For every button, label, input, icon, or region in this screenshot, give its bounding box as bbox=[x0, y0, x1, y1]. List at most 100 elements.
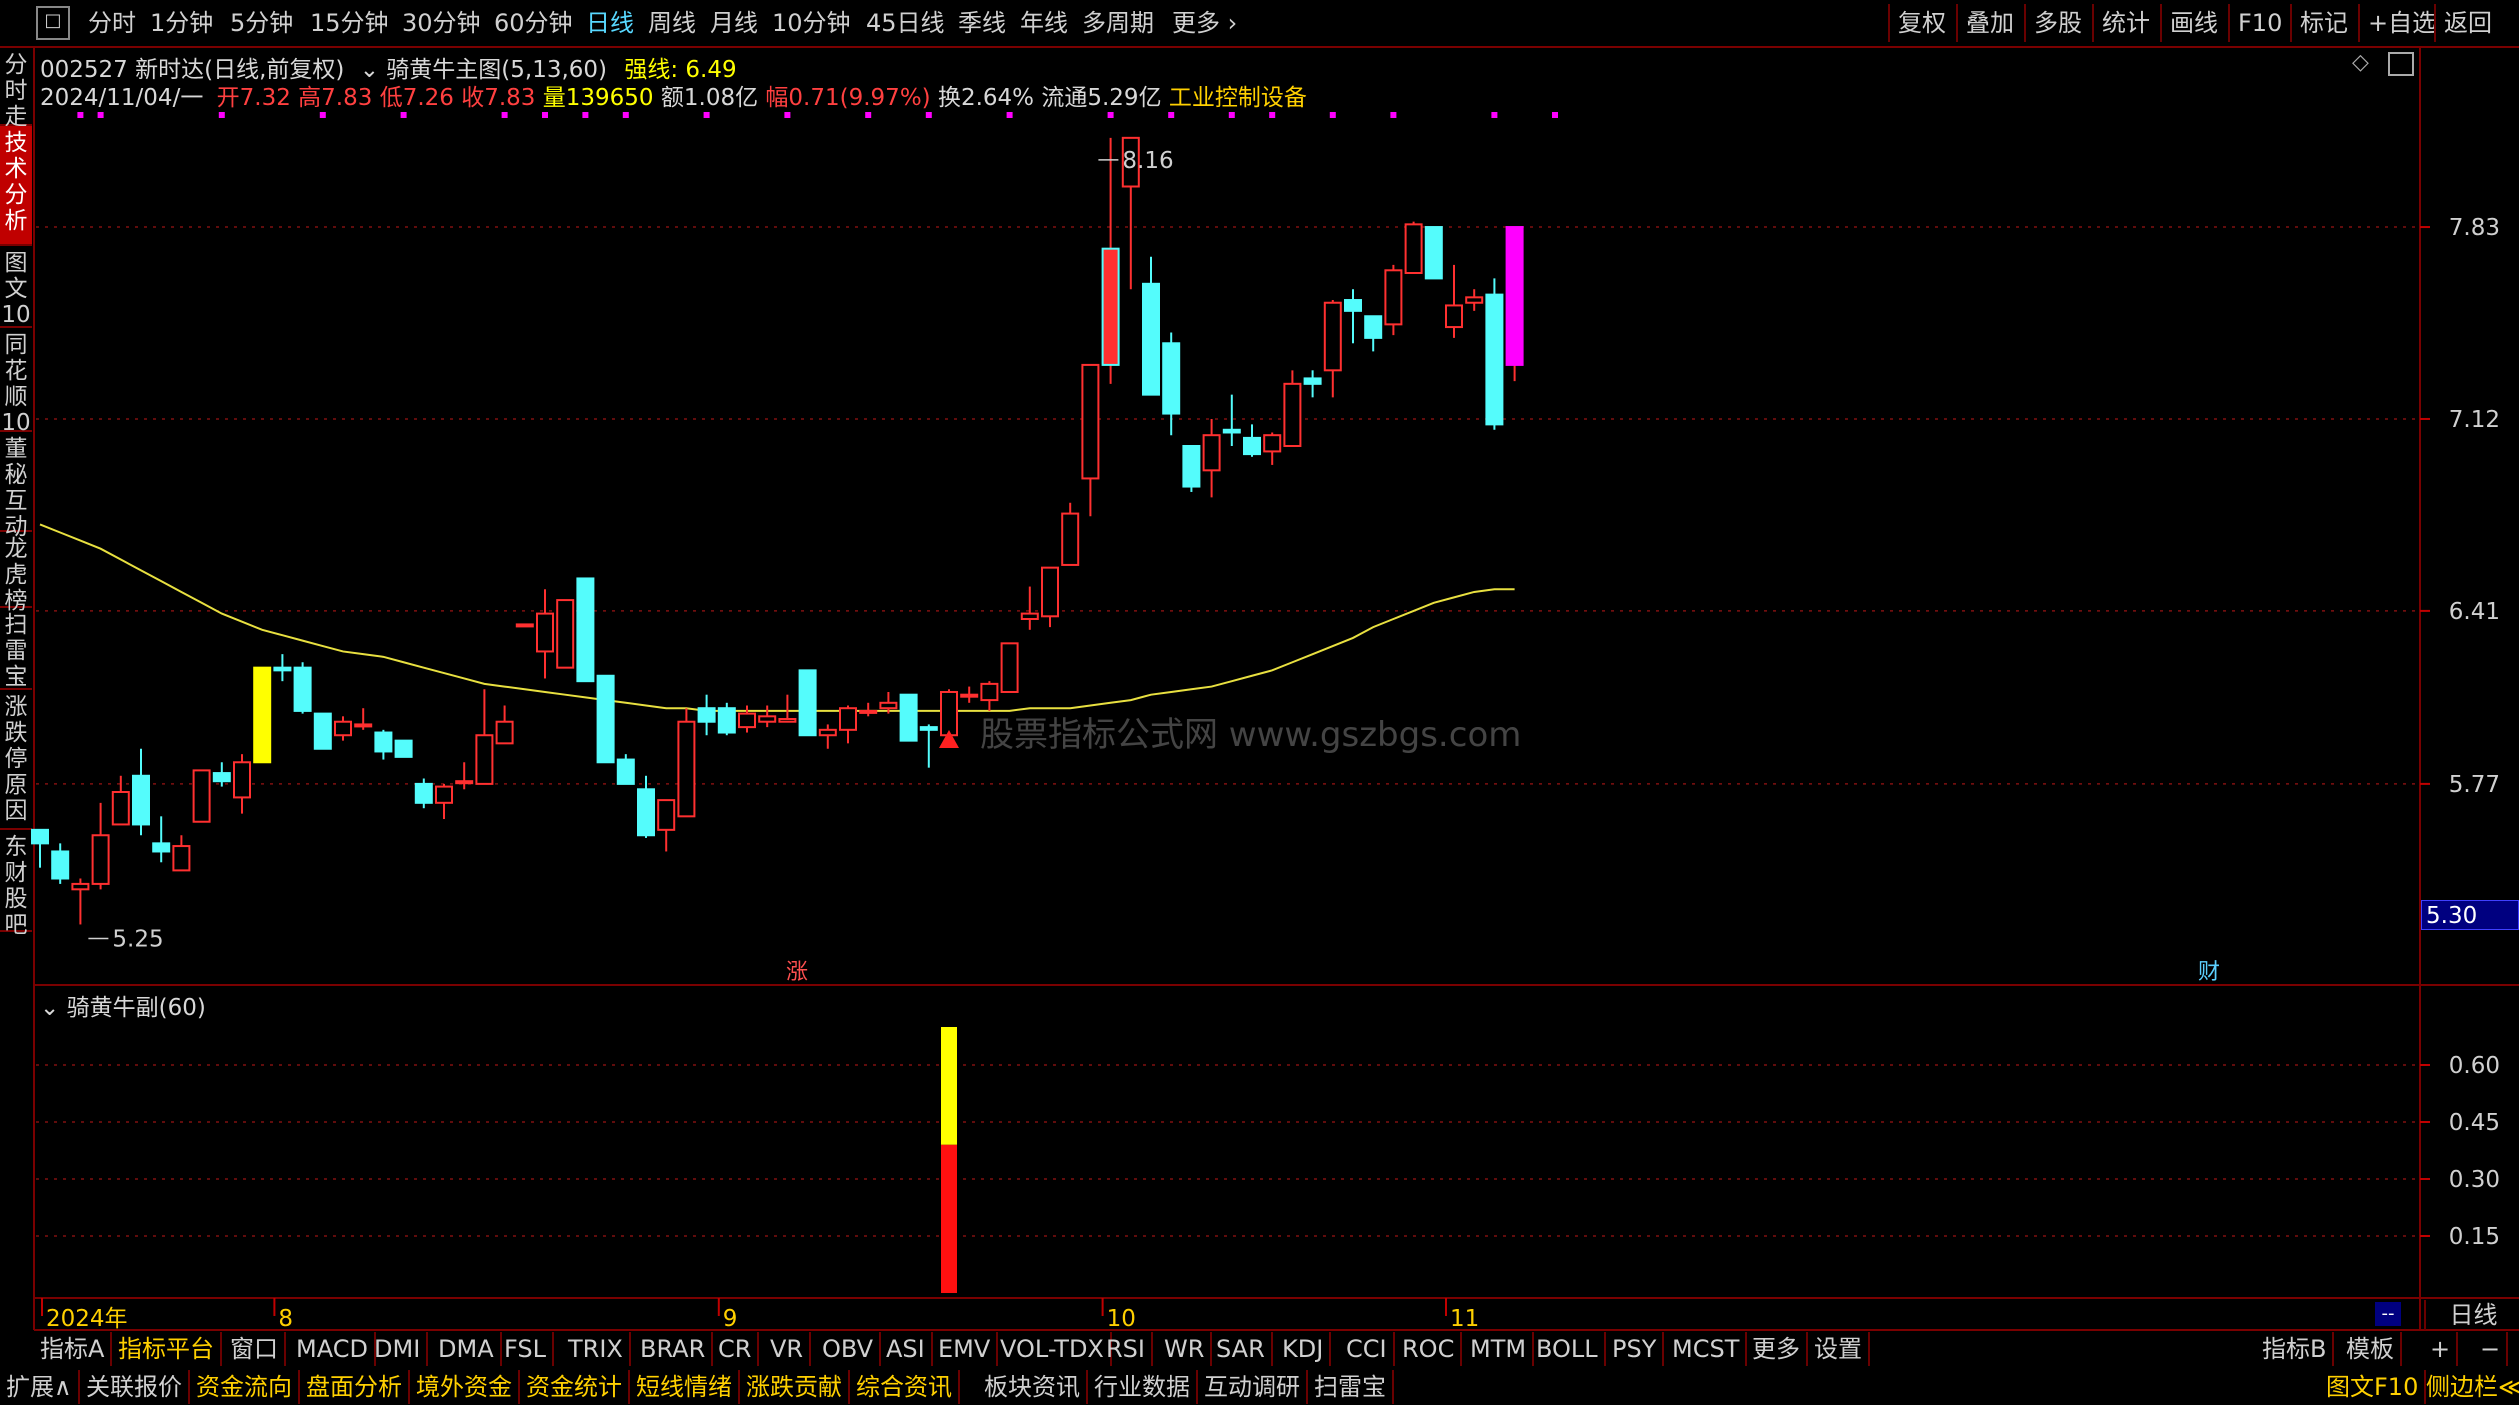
bottom-tab-7[interactable]: 涨跌贡献 bbox=[740, 1370, 850, 1404]
indicator-tab-9[interactable]: CR bbox=[712, 1332, 760, 1366]
indicator-tab-8[interactable]: BRAR bbox=[634, 1332, 714, 1366]
indicator-right-tab-2[interactable]: + bbox=[2424, 1332, 2459, 1366]
indicator-tab-6[interactable]: FSL bbox=[498, 1332, 554, 1366]
indicator-tab-18[interactable]: KDJ bbox=[1276, 1332, 1332, 1366]
bottom-tab-6[interactable]: 短线情绪 bbox=[630, 1370, 740, 1404]
indicator-tab-19[interactable]: CCI bbox=[1340, 1332, 1395, 1366]
sub-tick-label-0: 0.15 bbox=[2449, 1224, 2500, 1250]
signal-dot-20 bbox=[1491, 112, 1498, 118]
indicator-tab-17[interactable]: SAR bbox=[1210, 1332, 1273, 1366]
sub-indicator-header: ⌄ 骑黄牛副(60) bbox=[40, 988, 206, 1022]
candle-body-27 bbox=[576, 577, 595, 683]
indicator-tab-24[interactable]: MCST bbox=[1666, 1332, 1748, 1366]
indicator-tab-2[interactable]: 窗口 bbox=[224, 1332, 286, 1366]
indicator-tab-5[interactable]: DMA bbox=[432, 1332, 502, 1366]
indicator-tab-12[interactable]: ASI bbox=[880, 1332, 933, 1366]
candle-body-9 bbox=[212, 772, 231, 783]
candle-body-16 bbox=[354, 723, 373, 728]
indicator-right-tab-3[interactable]: − bbox=[2474, 1332, 2509, 1366]
candle-body-14 bbox=[313, 712, 332, 750]
indicator-tab-22[interactable]: BOLL bbox=[1530, 1332, 1606, 1366]
indicator-tab-26[interactable]: 设置 bbox=[1808, 1332, 1870, 1366]
signal-dot-5 bbox=[501, 112, 508, 118]
candle-body-31 bbox=[657, 799, 676, 831]
candle-body-13 bbox=[293, 666, 312, 712]
candle-body-42 bbox=[879, 701, 898, 710]
signal-dot-10 bbox=[784, 112, 791, 118]
signal-dot-9 bbox=[703, 112, 710, 118]
indicator-tab-15[interactable]: RSI bbox=[1100, 1332, 1153, 1366]
signal-dot-8 bbox=[622, 112, 629, 118]
kline-chart[interactable]: 5.77 6.41 7.12 7.83 0.15 0.30 0.45 0.60 2024年 8 9 1… bbox=[0, 0, 2519, 1405]
indicator-tab-21[interactable]: MTM bbox=[1464, 1332, 1535, 1366]
indicator-tab-11[interactable]: OBV bbox=[816, 1332, 882, 1366]
chevron-down-icon[interactable]: ⌄ bbox=[40, 995, 59, 1021]
bottom-tab-4[interactable]: 境外资金 bbox=[410, 1370, 520, 1404]
indicator-tab-16[interactable]: WR bbox=[1158, 1332, 1213, 1366]
indicator-tab-25[interactable]: 更多 bbox=[1746, 1332, 1808, 1366]
indicator-tab-4[interactable]: DMI bbox=[368, 1332, 429, 1366]
indicator-tab-23[interactable]: PSY bbox=[1606, 1332, 1665, 1366]
annotation-label-1: 5.25 bbox=[112, 926, 163, 952]
indicator-tab-0[interactable]: 指标A bbox=[34, 1332, 113, 1366]
sub-tick-label-2: 0.45 bbox=[2449, 1110, 2500, 1136]
signal-dot-13 bbox=[1006, 112, 1013, 118]
candle-body-19 bbox=[414, 782, 433, 804]
candle-body-73 bbox=[1505, 226, 1524, 366]
indicator-right-tab-1[interactable]: 模板 bbox=[2340, 1332, 2402, 1366]
sub-bar-red bbox=[941, 1144, 957, 1293]
signal-dot-6 bbox=[542, 112, 548, 118]
period-label[interactable]: 日线 bbox=[2424, 1300, 2519, 1330]
bottom-right-tab-1[interactable]: 侧边栏≪ bbox=[2420, 1370, 2519, 1404]
candle-body-59 bbox=[1222, 428, 1241, 434]
indicator-tab-1[interactable]: 指标平台 bbox=[112, 1332, 222, 1366]
candle-body-50 bbox=[1041, 566, 1059, 618]
signal-dot-14 bbox=[1107, 112, 1114, 118]
signal-dot-15 bbox=[1168, 112, 1175, 118]
signal-dot-17 bbox=[1269, 112, 1276, 118]
cai-marker[interactable]: 财 bbox=[2198, 954, 2220, 986]
indicator-tab-3[interactable]: MACD bbox=[290, 1332, 376, 1366]
candle-body-25 bbox=[536, 612, 554, 653]
indicator-tab-7[interactable]: TRIX bbox=[562, 1332, 631, 1366]
annotation-label-0: 8.16 bbox=[1122, 148, 1173, 174]
zhang-marker[interactable]: 涨 bbox=[786, 954, 808, 986]
x-label-0: 2024年 bbox=[46, 1306, 128, 1332]
bottom-tab-8[interactable]: 综合资讯 bbox=[850, 1370, 960, 1404]
indicator-right-tab-0[interactable]: 指标B bbox=[2256, 1332, 2335, 1366]
bottom-tab-2[interactable]: 资金流向 bbox=[190, 1370, 300, 1404]
indicator-tab-14[interactable]: VOL-TDX bbox=[994, 1332, 1112, 1366]
bottom-tab-11[interactable]: 互动调研 bbox=[1198, 1370, 1308, 1404]
signal-dot-19 bbox=[1390, 112, 1397, 118]
bottom-tab-9[interactable]: 板块资讯 bbox=[978, 1370, 1088, 1404]
candle-body-3 bbox=[91, 834, 110, 885]
candle-body-32 bbox=[677, 720, 696, 818]
scroll-indicator[interactable]: -- bbox=[2375, 1302, 2401, 1326]
candle-body-36 bbox=[758, 715, 777, 723]
candle-body-5 bbox=[132, 774, 150, 826]
bottom-right-tab-0[interactable]: 图文F10 bbox=[2320, 1370, 2427, 1404]
indicator-tab-20[interactable]: ROC bbox=[1396, 1332, 1463, 1366]
candle-body-12 bbox=[273, 666, 292, 672]
bottom-tab-5[interactable]: 资金统计 bbox=[520, 1370, 630, 1404]
candle-body-0 bbox=[31, 828, 49, 845]
bottom-tab-3[interactable]: 盘面分析 bbox=[300, 1370, 410, 1404]
indicator-tab-10[interactable]: VR bbox=[764, 1332, 812, 1366]
signal-dots bbox=[77, 112, 1558, 118]
indicator-tab-13[interactable]: EMV bbox=[932, 1332, 999, 1366]
bottom-tab-0[interactable]: 扩展∧ bbox=[0, 1370, 80, 1404]
candle-body-39 bbox=[818, 728, 837, 737]
bottom-tab-1[interactable]: 关联报价 bbox=[80, 1370, 190, 1404]
candle-body-61 bbox=[1263, 434, 1282, 453]
bottom-tab-10[interactable]: 行业数据 bbox=[1088, 1370, 1198, 1404]
candle-body-11 bbox=[253, 666, 272, 764]
candle-body-72 bbox=[1485, 293, 1504, 426]
x-label-1: 8 bbox=[278, 1306, 293, 1332]
sub-indicator-name[interactable]: 骑黄牛副(60) bbox=[67, 995, 206, 1021]
signal-dot-12 bbox=[925, 112, 932, 118]
candle-body-22 bbox=[475, 734, 494, 785]
candle-body-7 bbox=[172, 845, 191, 872]
x-label-4: 11 bbox=[1450, 1306, 1479, 1332]
candle-body-53 bbox=[1101, 247, 1120, 366]
bottom-tab-12[interactable]: 扫雷宝 bbox=[1308, 1370, 1394, 1404]
